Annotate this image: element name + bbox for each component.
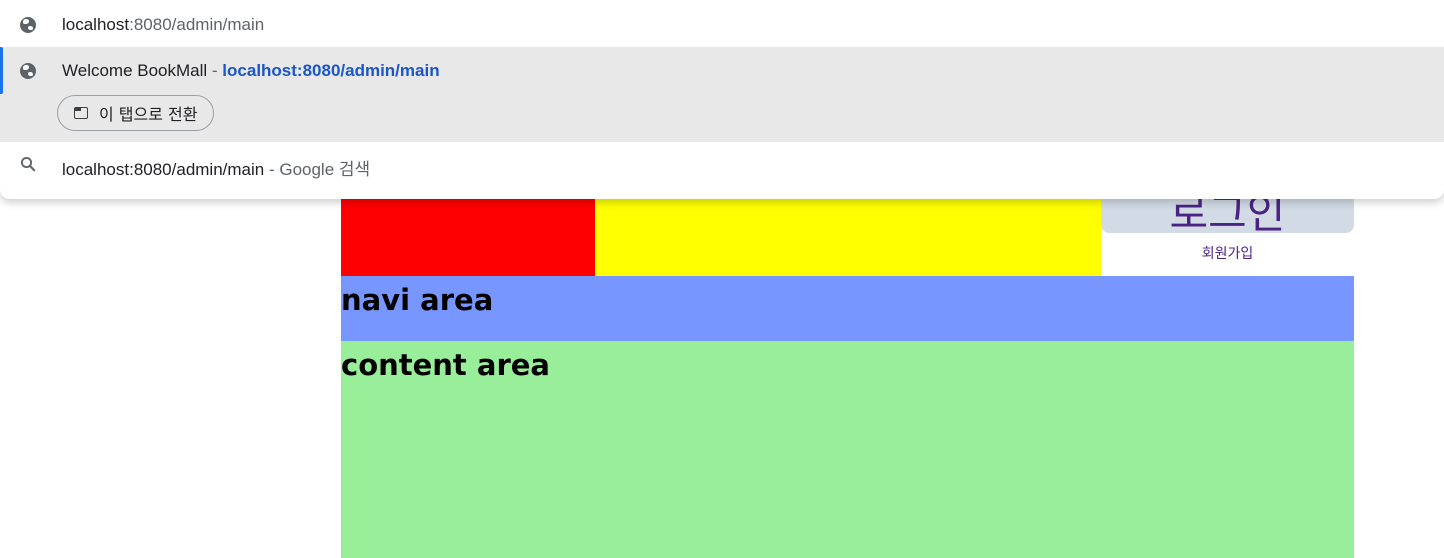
navi-area-title: navi area [341, 283, 494, 317]
omnibox-input-row[interactable]: localhost:8080/admin/main [0, 3, 1444, 47]
search-icon [20, 156, 36, 172]
search-suggestion-line: localhost:8080/admin/main - Google 검색 [62, 155, 370, 180]
omnibox-input-text[interactable]: localhost:8080/admin/main [62, 15, 264, 35]
search-engine-label: Google 검색 [279, 160, 371, 179]
suggestion-title: Welcome BookMall [62, 61, 208, 80]
search-query: localhost:8080/admin/main [62, 160, 265, 179]
selection-indicator [0, 47, 3, 94]
tab-switch-icon [74, 107, 88, 119]
navi-area: navi area [341, 276, 1354, 341]
switch-to-tab-button[interactable]: 이 탭으로 전환 [57, 95, 214, 131]
signup-link[interactable]: 회원가입 [1101, 243, 1354, 263]
content-area-title: content area [341, 348, 551, 382]
suggestion-separator: - [207, 61, 223, 80]
omnibox-dropdown: localhost:8080/admin/main Welcome BookMa… [0, 0, 1444, 199]
globe-icon [19, 62, 37, 80]
suggestion-google-search[interactable]: localhost:8080/admin/main - Google 검색 [0, 142, 1444, 189]
globe-icon [19, 16, 37, 34]
suggestion-url: localhost:8080/admin/main [222, 61, 440, 80]
input-path: :8080/admin/main [129, 15, 265, 34]
input-host: localhost [62, 15, 130, 34]
suggestion-title-line: Welcome BookMall - localhost:8080/admin/… [62, 61, 440, 81]
search-separator: - [264, 160, 280, 179]
switch-to-tab-label: 이 탭으로 전환 [99, 105, 198, 124]
suggestion-open-tab[interactable]: Welcome BookMall - localhost:8080/admin/… [0, 47, 1444, 142]
content-area: content area [341, 341, 1354, 558]
